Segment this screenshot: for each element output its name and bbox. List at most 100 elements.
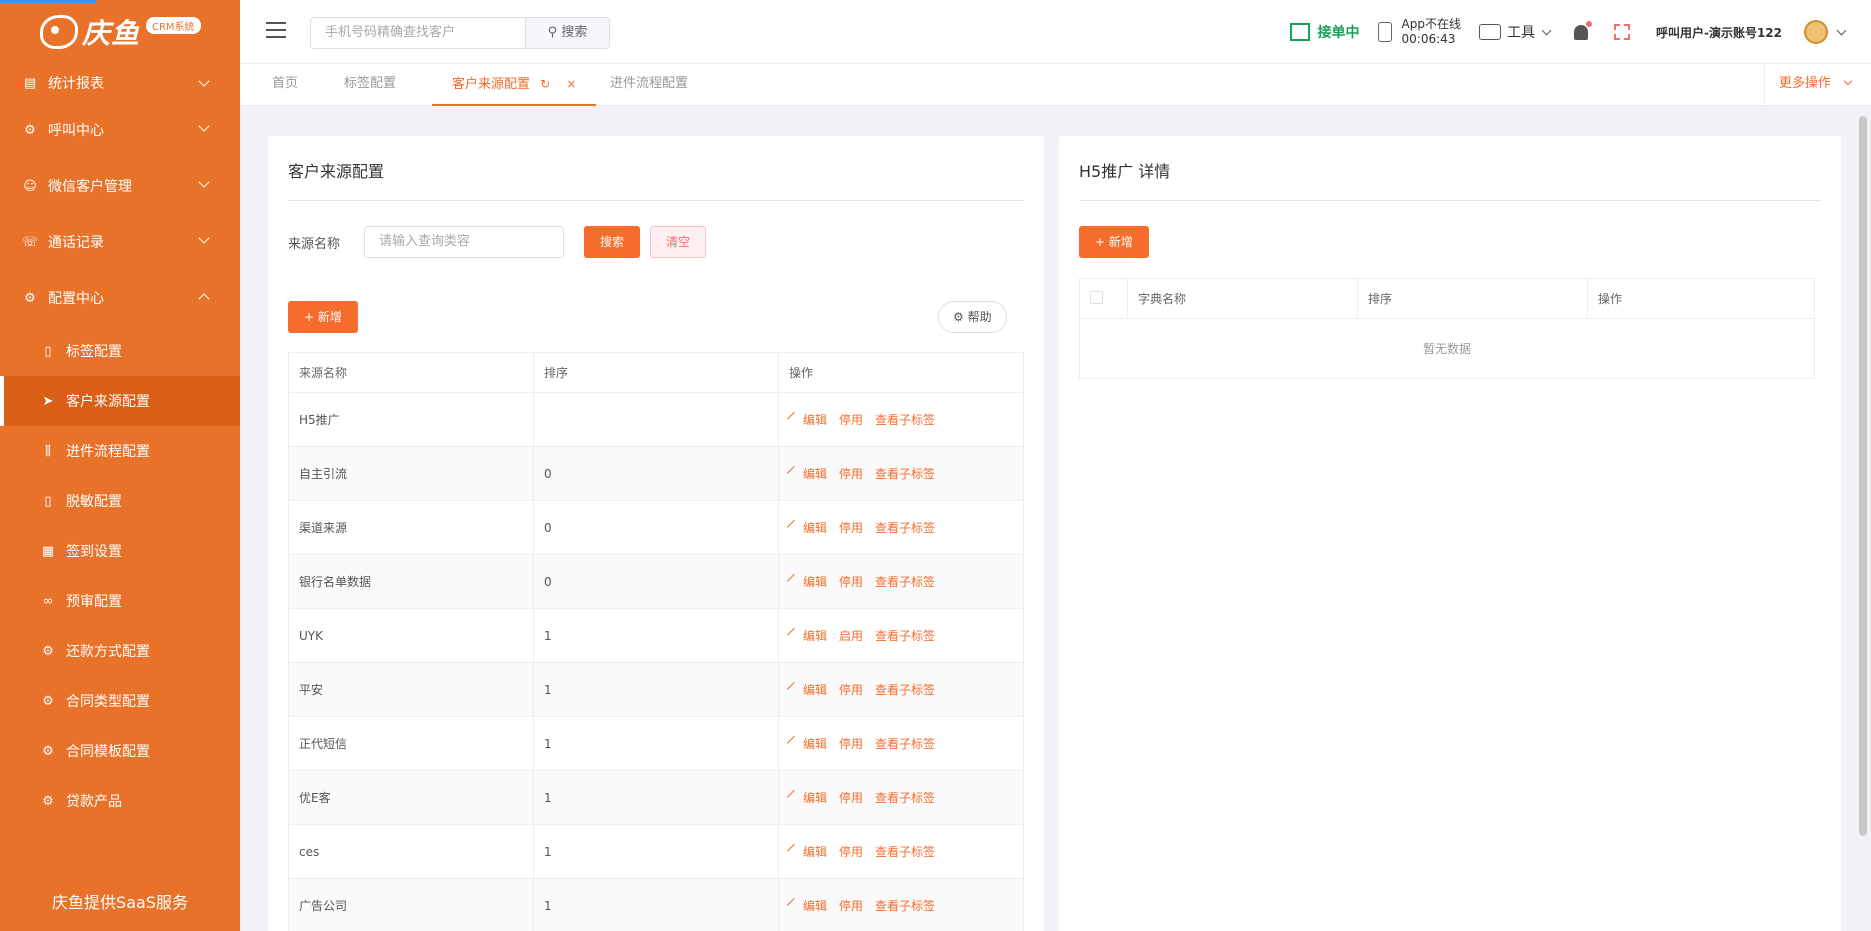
toggle-status-link[interactable]: 停用 (839, 791, 863, 805)
edit-link[interactable]: 编辑 (786, 519, 827, 535)
sub-label: 标签配置 (66, 344, 122, 360)
tab-home[interactable]: 首页 (252, 64, 318, 106)
edit-icon (786, 519, 802, 535)
column-header: 来源名称 (288, 352, 534, 393)
edit-link[interactable]: 编辑 (786, 735, 827, 751)
edit-icon (786, 681, 802, 697)
edit-label: 编辑 (803, 899, 828, 913)
edit-link[interactable]: 编辑 (786, 843, 828, 859)
edit-link[interactable]: 编辑 (786, 573, 827, 589)
view-subtags-link[interactable]: 查看子标签 (875, 791, 935, 805)
dict-table: 字典名称 排序 操作 暂无数据 (1079, 278, 1815, 379)
operations-cell: 编辑 停用 查看子标签 (778, 392, 1024, 447)
customer-search-input[interactable]: 手机号码精确查找客户 (310, 17, 526, 49)
sub-label: 合同类型配置 (66, 694, 150, 710)
edit-label: 编辑 (803, 413, 828, 427)
order-cell (533, 392, 779, 447)
edit-link[interactable]: 编辑 (786, 411, 828, 427)
chevron-down-icon (198, 176, 210, 188)
add-source-button[interactable]: + 新增 (288, 301, 358, 333)
toggle-status-link[interactable]: 停用 (839, 521, 863, 535)
customer-search-button[interactable]: ⚲ 搜索 (525, 17, 610, 49)
sidebar-item-repayment-config[interactable]: ⚙ 还款方式配置 (0, 626, 240, 676)
sub-label: 脱敏配置 (66, 494, 122, 510)
view-subtags-link[interactable]: 查看子标签 (875, 413, 935, 427)
sidebar-item-flow-config[interactable]: ⫼ 进件流程配置 (0, 426, 240, 476)
toggle-status-link[interactable]: 停用 (839, 467, 863, 481)
chevron-down-icon[interactable] (1836, 25, 1847, 35)
sidebar-item-desensitize-config[interactable]: ▯ 脱敏配置 (0, 476, 240, 526)
toggle-status-link[interactable]: 停用 (839, 413, 863, 427)
select-all-checkbox[interactable] (1090, 290, 1103, 304)
tab-tag-config[interactable]: 标签配置 (324, 64, 416, 106)
tab-source-config[interactable]: 客户来源配置 ↻ × (432, 64, 597, 106)
tools-label: 工具 (1506, 25, 1535, 41)
edit-label: 编辑 (803, 845, 828, 859)
toggle-status-link[interactable]: 停用 (839, 575, 863, 589)
edit-link[interactable]: 编辑 (786, 681, 828, 697)
tools-dropdown[interactable]: 工具 (1478, 22, 1552, 42)
sidebar-item-checkin-settings[interactable]: ▦ 签到设置 (0, 526, 240, 576)
toggle-status-link[interactable]: 停用 (839, 683, 863, 697)
select-all-cell (1079, 278, 1128, 319)
menu-item-config-center[interactable]: ⚙ 配置中心 (0, 270, 240, 326)
source-name-cell: 银行名单数据 (288, 554, 534, 609)
view-subtags-link[interactable]: 查看子标签 (875, 629, 935, 643)
source-name-input[interactable]: 请输入查询类容 (364, 226, 564, 258)
search-button[interactable]: 搜索 (584, 226, 640, 258)
avatar[interactable] (1804, 20, 1828, 44)
order-cell: 1 (533, 662, 779, 717)
edit-link[interactable]: 编辑 (786, 627, 827, 643)
sub-label: 客户来源配置 (66, 394, 150, 410)
table-row: 银行名单数据 0 编辑 停用 查看子标签 (288, 554, 1024, 609)
sidebar-item-source-config[interactable]: ➤ 客户来源配置 (0, 376, 240, 426)
help-button[interactable]: ⚙ 帮助 (938, 301, 1007, 333)
toggle-status-link[interactable]: 启用 (839, 629, 863, 643)
more-operations-dropdown[interactable]: 更多操作 (1763, 64, 1853, 106)
add-dict-button[interactable]: + 新增 (1079, 226, 1149, 258)
refresh-icon[interactable]: ↻ (540, 77, 550, 91)
edit-link[interactable]: 编辑 (786, 897, 828, 913)
view-subtags-link[interactable]: 查看子标签 (875, 683, 935, 697)
sidebar-item-tag-config[interactable]: ▯ 标签配置 (0, 326, 240, 376)
sidebar-item-contract-template-config[interactable]: ⚙ 合同模板配置 (0, 726, 240, 776)
operations-cell: 编辑 停用 查看子标签 (778, 662, 1024, 717)
bell-icon[interactable] (1573, 20, 1592, 40)
take-order-toggle[interactable]: 接单中 (1289, 22, 1360, 42)
order-cell: 1 (533, 824, 779, 879)
view-subtags-link[interactable]: 查看子标签 (875, 575, 935, 589)
toggle-status-link[interactable]: 停用 (839, 845, 863, 859)
more-ops-label: 更多操作 (1778, 76, 1831, 91)
panel-title: 客户来源配置 (288, 162, 385, 181)
table-row: 优E客 1 编辑 停用 查看子标签 (288, 770, 1024, 825)
view-subtags-link[interactable]: 查看子标签 (875, 521, 935, 535)
fullscreen-icon[interactable] (1613, 24, 1630, 40)
menu-item-wechat[interactable]: ☺ 微信客户管理 (0, 158, 240, 214)
sub-label: 预审配置 (66, 594, 122, 610)
menu-item-stats[interactable]: ▤ 统计报表 (0, 64, 240, 102)
view-subtags-link[interactable]: 查看子标签 (875, 467, 935, 481)
edit-label: 编辑 (803, 683, 828, 697)
sidebar-item-precheck-config[interactable]: ∞ 预审配置 (0, 576, 240, 626)
toggle-status-link[interactable]: 停用 (839, 899, 863, 913)
edit-link[interactable]: 编辑 (786, 789, 827, 805)
toggle-status-link[interactable]: 停用 (839, 737, 863, 751)
edit-link[interactable]: 编辑 (786, 465, 828, 481)
view-subtags-link[interactable]: 查看子标签 (875, 845, 935, 859)
chevron-up-icon (198, 293, 210, 305)
view-subtags-link[interactable]: 查看子标签 (875, 737, 935, 751)
operations-cell: 编辑 停用 查看子标签 (778, 500, 1024, 555)
clear-button[interactable]: 清空 (650, 226, 706, 258)
close-icon[interactable]: × (566, 77, 576, 91)
gear-icon: ⚙ (42, 793, 54, 809)
user-name[interactable]: 呼叫用户-演示账号122 (1656, 24, 1782, 41)
menu-item-call-records[interactable]: ☏ 通话记录 (0, 214, 240, 270)
sidebar-item-contract-type-config[interactable]: ⚙ 合同类型配置 (0, 676, 240, 726)
menu-toggle-icon[interactable] (266, 22, 286, 38)
tab-flow-config[interactable]: 进件流程配置 (590, 64, 708, 106)
scrollbar[interactable] (1859, 116, 1867, 836)
view-subtags-link[interactable]: 查看子标签 (875, 899, 935, 913)
edit-label: 编辑 (803, 467, 828, 481)
sidebar-item-loan-products[interactable]: ⚙ 贷款产品 (0, 776, 240, 826)
menu-item-call-center[interactable]: ⚙ 呼叫中心 (0, 102, 240, 158)
